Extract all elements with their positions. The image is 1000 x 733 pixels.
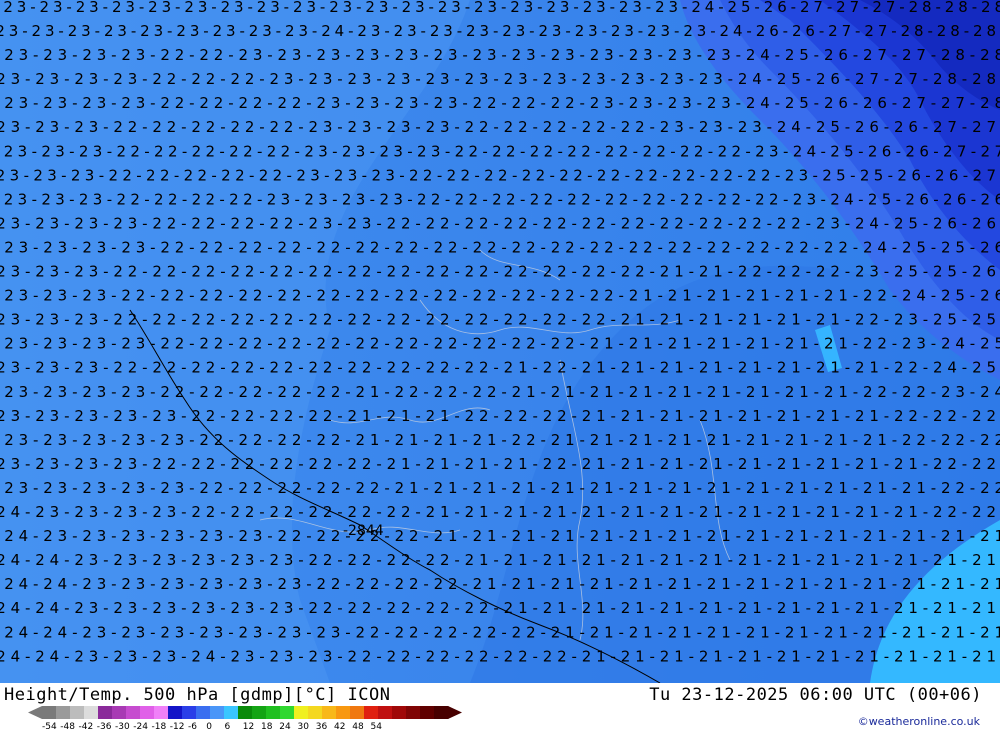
legend-swatch [224, 706, 239, 719]
legend-label: -48 [60, 722, 75, 732]
legend-label: 48 [352, 722, 364, 732]
legend-label: 54 [370, 722, 382, 732]
legend-arrow-right [448, 706, 462, 719]
legend-label: -12 [169, 722, 185, 732]
legend-label: -30 [115, 722, 130, 732]
legend-swatch [168, 706, 183, 719]
legend-label: -36 [96, 722, 112, 732]
legend-swatch [126, 706, 141, 719]
legend-label: -54 [42, 722, 57, 732]
contour-row: -23-23-23-23-23-23-23-23-23-23-23-23-23-… [0, 0, 1000, 16]
legend-swatch [112, 706, 127, 719]
legend-swatch [280, 706, 295, 719]
valid-time: Tu 23-12-2025 06:00 UTC (00+06) [649, 685, 982, 705]
legend-swatch [70, 706, 85, 719]
legend-bar [28, 706, 462, 719]
copyright-link[interactable]: ©weatheronline.co.uk [858, 715, 980, 728]
legend-swatch [182, 706, 197, 719]
legend-labels: -54 -48 -42 -36 -30 -24 -18 -12 -6 0 6 12 18 24 30 36 42… [42, 722, 389, 732]
legend-swatch [294, 706, 309, 719]
color-legend: -54 -48 -42 -36 -30 -24 -18 -12 -6 0 6 12 18 24 30 36 42… [28, 706, 468, 733]
legend-label: 36 [315, 722, 328, 732]
legend-swatch [392, 706, 407, 719]
legend-label: 42 [334, 722, 346, 732]
legend-label: 18 [261, 722, 273, 732]
legend-swatch [364, 706, 379, 719]
contour-row: -23-23-23-23-23-23-23-23-23-24-23-23-23-… [0, 22, 996, 40]
legend-label: 24 [279, 722, 291, 732]
legend-swatch [238, 706, 253, 719]
legend-label: -24 [133, 722, 148, 732]
legend-label: -18 [151, 722, 167, 732]
legend-swatch [210, 706, 225, 719]
legend-swatch [266, 706, 281, 719]
legend-swatch [252, 706, 267, 719]
legend-swatch [406, 706, 421, 719]
legend-swatch [56, 706, 71, 719]
legend-label: -6 [188, 722, 197, 732]
weather-map: -23-23-23-23-23-23-23-23-23-23-23-23-23-… [0, 0, 1000, 683]
legend-arrow-left [28, 706, 42, 719]
legend-swatch [196, 706, 211, 719]
map-title: Height/Temp. 500 hPa [gdmp][°C] ICON [4, 685, 391, 705]
legend-swatch [322, 706, 337, 719]
legend-label: 6 [224, 722, 231, 732]
map-canvas: -23-23-23-23-23-23-23-23-23-23-23-23-23-… [0, 0, 1000, 683]
legend-label: 30 [297, 722, 309, 732]
legend-swatch [84, 706, 99, 719]
legend-swatch [336, 706, 351, 719]
legend-swatch [98, 706, 113, 719]
station-label: -2844 [343, 523, 384, 539]
legend-swatch [378, 706, 393, 719]
legend-swatch [434, 706, 449, 719]
legend-swatch [154, 706, 169, 719]
legend-label: -42 [78, 722, 94, 732]
legend-label: 0 [206, 722, 212, 732]
legend-label: 12 [242, 722, 255, 732]
legend-swatch [42, 706, 57, 719]
legend-swatch [350, 706, 365, 719]
legend-swatch [140, 706, 155, 719]
legend-swatch [420, 706, 435, 719]
legend-swatch [308, 706, 323, 719]
